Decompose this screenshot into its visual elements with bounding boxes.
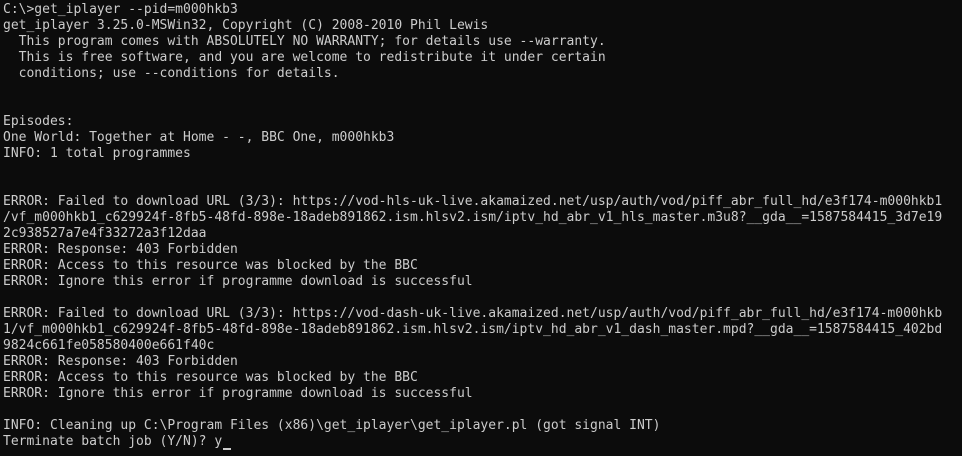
console-line-blank [3,178,962,194]
console-line-error-blocked: ERROR: Access to this resource was block… [3,370,418,385]
terminate-prompt-text: Terminate batch job (Y/N)? y [3,434,223,449]
console-line-conditions: conditions; use --conditions for details… [3,66,340,81]
console-line-error-dash-url-cont: 9824c661fe058580400e661f40c [3,338,215,353]
console-line-blank [3,402,962,418]
console-line-command: C:\>get_iplayer --pid=m000hkb3 [3,2,238,17]
console-line-blank [3,82,962,98]
console-line-error-hls-url-cont: /vf_m000hkb1_c629924f-8fb5-48fd-898e-18a… [3,210,943,225]
console-window[interactable]: C:\>get_iplayer --pid=m000hkb3 get_iplay… [0,0,962,456]
console-output: C:\>get_iplayer --pid=m000hkb3 get_iplay… [3,2,962,450]
console-line-blank [3,162,962,178]
console-line-info-cleanup: INFO: Cleaning up C:\Program Files (x86)… [3,418,661,433]
console-line-terminate-prompt[interactable]: Terminate batch job (Y/N)? y [3,434,962,450]
console-line-error-response: ERROR: Response: 403 Forbidden [3,242,238,257]
console-line-error-dash-url-cont: 1/vf_m000hkb1_c629924f-8fb5-48fd-898e-18… [3,322,943,337]
console-line-error-dash-url: ERROR: Failed to download URL (3/3): htt… [3,306,943,321]
console-line-info-total: INFO: 1 total programmes [3,146,191,161]
console-line-blank [3,98,962,114]
console-line-version: get_iplayer 3.25.0-MSWin32, Copyright (C… [3,18,489,33]
console-line-error-ignore: ERROR: Ignore this error if programme do… [3,386,473,401]
console-line-error-hls-url-cont: 2c938527a7e4f33272a3f12daa [3,226,207,241]
text-cursor [223,448,232,450]
console-line-error-response: ERROR: Response: 403 Forbidden [3,354,238,369]
console-line-episodes-heading: Episodes: [3,114,74,129]
console-line-warranty: This program comes with ABSOLUTELY NO WA… [3,34,606,49]
console-line-episode: One World: Together at Home - -, BBC One… [3,130,395,145]
console-line-free-software: This is free software, and you are welco… [3,50,606,65]
console-line-error-ignore: ERROR: Ignore this error if programme do… [3,274,473,289]
console-line-error-blocked: ERROR: Access to this resource was block… [3,258,418,273]
console-line-error-hls-url: ERROR: Failed to download URL (3/3): htt… [3,194,943,209]
console-line-blank [3,290,962,306]
